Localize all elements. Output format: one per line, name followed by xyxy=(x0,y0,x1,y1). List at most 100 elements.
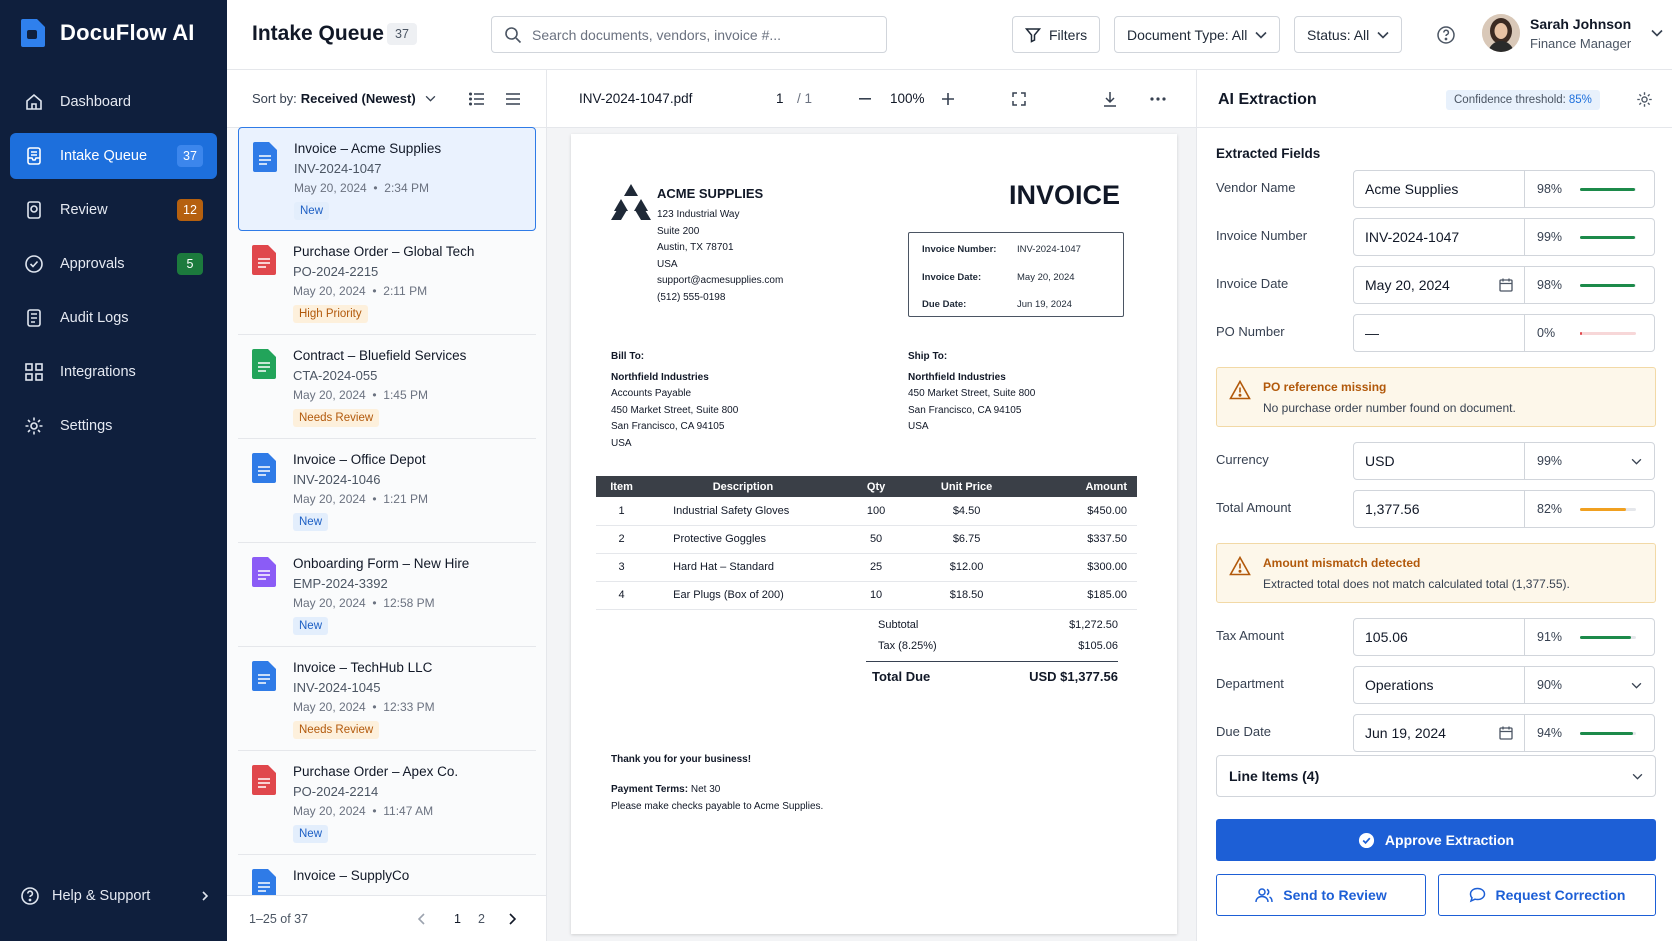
request-correction-button[interactable]: Request Correction xyxy=(1438,874,1656,916)
document-type-dropdown[interactable]: Document Type: All xyxy=(1114,16,1281,53)
document-icon xyxy=(252,245,276,275)
send-to-review-button[interactable]: Send to Review xyxy=(1216,874,1426,916)
request-correction-label: Request Correction xyxy=(1495,887,1626,903)
line-items-accordion[interactable]: Line Items (4) xyxy=(1216,755,1656,797)
department-dropdown[interactable]: 90% xyxy=(1524,666,1655,704)
doc-title: Purchase Order – Global Tech xyxy=(293,244,475,259)
list-item[interactable]: Invoice – Acme Supplies INV-2024-1047 Ma… xyxy=(238,127,536,231)
field-label: Invoice Date xyxy=(1216,276,1289,291)
download-icon[interactable] xyxy=(1103,91,1117,107)
count-badge: 12 xyxy=(177,199,203,221)
currency-dropdown[interactable]: 99% xyxy=(1524,442,1655,480)
department-input[interactable]: Operations xyxy=(1353,666,1525,704)
zoom-out-icon[interactable] xyxy=(859,98,871,100)
sort-label: Sort by: xyxy=(252,91,297,106)
chevron-right-icon[interactable] xyxy=(508,913,516,925)
list-item[interactable]: Contract – Bluefield Services CTA-2024-0… xyxy=(238,335,536,439)
list-item[interactable]: Invoice – SupplyCo xyxy=(238,855,536,895)
send-review-label: Send to Review xyxy=(1283,887,1387,903)
help-support-link[interactable]: Help & Support xyxy=(20,884,210,908)
list-item[interactable]: Purchase Order – Apex Co. PO-2024-2214 M… xyxy=(238,751,536,855)
search-input[interactable] xyxy=(532,26,872,43)
tax-amount-input[interactable]: 105.06 xyxy=(1353,618,1525,656)
extracted-fields-heading: Extracted Fields xyxy=(1216,146,1321,161)
status-badge: New xyxy=(294,202,330,220)
table-row: 1 Industrial Safety Gloves 100 $4.50 $450.00 xyxy=(596,497,1137,526)
due-date-input[interactable]: Jun 19, 2024 xyxy=(1353,714,1525,752)
list-item[interactable]: Invoice – Office Depot INV-2024-1046 May… xyxy=(238,439,536,543)
list-item[interactable]: Purchase Order – Global Tech PO-2024-221… xyxy=(238,231,536,335)
invoice-number-input[interactable]: INV-2024-1047 xyxy=(1353,218,1525,256)
confidence-value: 99% xyxy=(1537,454,1563,468)
sidebar-item-intake-queue[interactable]: Intake Queue 37 xyxy=(10,133,217,179)
currency-input[interactable]: USD xyxy=(1353,442,1525,480)
chevron-down-icon xyxy=(1255,31,1267,39)
help-circle-icon[interactable] xyxy=(1436,25,1456,45)
calendar-icon[interactable] xyxy=(1499,278,1513,292)
sidebar-item-label: Settings xyxy=(60,418,113,434)
alert-message: Extracted total does not match calculate… xyxy=(1263,577,1570,591)
list-item[interactable]: Invoice – TechHub LLC INV-2024-1045 May … xyxy=(238,647,536,751)
gear-icon[interactable] xyxy=(1636,91,1653,108)
fullscreen-icon[interactable] xyxy=(1012,92,1026,106)
confidence-cell: 91% xyxy=(1524,618,1655,656)
user-menu[interactable]: Sarah Johnson Finance Manager xyxy=(1482,14,1663,52)
sidebar-item-integrations[interactable]: Integrations xyxy=(10,349,217,395)
page-button-1[interactable]: 1 xyxy=(454,912,461,926)
calendar-icon[interactable] xyxy=(1499,726,1513,740)
sort-dropdown[interactable]: Sort by: Received (Newest) xyxy=(252,91,436,106)
confidence-cell: 99% xyxy=(1524,218,1655,256)
document-icon xyxy=(252,453,276,483)
count-badge: 37 xyxy=(177,145,203,167)
approve-extraction-button[interactable]: Approve Extraction xyxy=(1216,819,1656,861)
ai-extraction-panel: AI Extraction Confidence threshold: 85% E… xyxy=(1197,70,1672,941)
filters-button[interactable]: Filters xyxy=(1012,16,1101,53)
list-item[interactable]: Onboarding Form – New Hire EMP-2024-3392… xyxy=(238,543,536,647)
confidence-cell: 94% xyxy=(1524,714,1655,752)
doc-id: CTA-2024-055 xyxy=(293,368,378,383)
search-box[interactable] xyxy=(491,16,887,53)
po-number-input[interactable]: — xyxy=(1353,314,1525,352)
sidebar-item-settings[interactable]: Settings xyxy=(10,403,217,449)
status-badge: New xyxy=(293,513,329,531)
vendor-name-input[interactable]: Acme Supplies xyxy=(1353,170,1525,208)
confidence-cell: 82% xyxy=(1524,490,1655,528)
avatar xyxy=(1482,14,1520,52)
sidebar-item-approvals[interactable]: Approvals 5 xyxy=(10,241,217,287)
menu-lines-icon[interactable] xyxy=(505,92,521,106)
sidebar: DocuFlow AI Dashboard Intake Queue 37 Re… xyxy=(0,0,227,941)
document-list-panel: Sort by: Received (Newest) Invoice – Acm… xyxy=(227,70,547,941)
user-name: Sarah Johnson xyxy=(1530,15,1632,32)
more-options-icon[interactable] xyxy=(1150,97,1166,101)
confidence-bar xyxy=(1580,731,1636,735)
check-circle-icon xyxy=(25,255,43,273)
page-number-input[interactable]: 1 xyxy=(776,91,784,106)
confidence-bar xyxy=(1580,235,1636,239)
sidebar-item-dashboard[interactable]: Dashboard xyxy=(10,79,217,125)
doc-date: May 20, 2024 • 1:45 PM xyxy=(293,388,428,402)
total-amount-input[interactable]: 1,377.56 xyxy=(1353,490,1525,528)
page-button-2[interactable]: 2 xyxy=(478,912,485,926)
confidence-bar xyxy=(1580,507,1636,511)
list-toolbar: Sort by: Received (Newest) xyxy=(227,70,546,128)
status-dropdown[interactable]: Status: All xyxy=(1294,16,1403,53)
field-department: Department Operations 90% xyxy=(1216,666,1656,704)
document-icon xyxy=(252,869,276,895)
chevron-left-icon[interactable] xyxy=(418,913,426,925)
payment-terms: Payment Terms: Net 30 Please make checks… xyxy=(611,784,824,812)
list-view-icon[interactable] xyxy=(469,91,485,106)
field-label: Tax Amount xyxy=(1216,628,1284,643)
confidence-cell: 0% xyxy=(1524,314,1655,352)
comment-icon xyxy=(1469,887,1485,903)
integrations-icon xyxy=(25,363,43,381)
invoice-date-input[interactable]: May 20, 2024 xyxy=(1353,266,1525,304)
sort-value: Received (Newest) xyxy=(300,91,416,106)
zoom-in-icon[interactable] xyxy=(942,93,954,105)
sidebar-item-audit-logs[interactable]: Audit Logs xyxy=(10,295,217,341)
approve-label: Approve Extraction xyxy=(1384,832,1515,848)
status-badge: Needs Review xyxy=(293,409,380,427)
app-name: DocuFlow AI xyxy=(60,20,195,45)
doc-id: INV-2024-1047 xyxy=(294,161,382,176)
sidebar-item-review[interactable]: Review 12 xyxy=(10,187,217,233)
field-due-date: Due Date Jun 19, 2024 94% xyxy=(1216,714,1656,752)
